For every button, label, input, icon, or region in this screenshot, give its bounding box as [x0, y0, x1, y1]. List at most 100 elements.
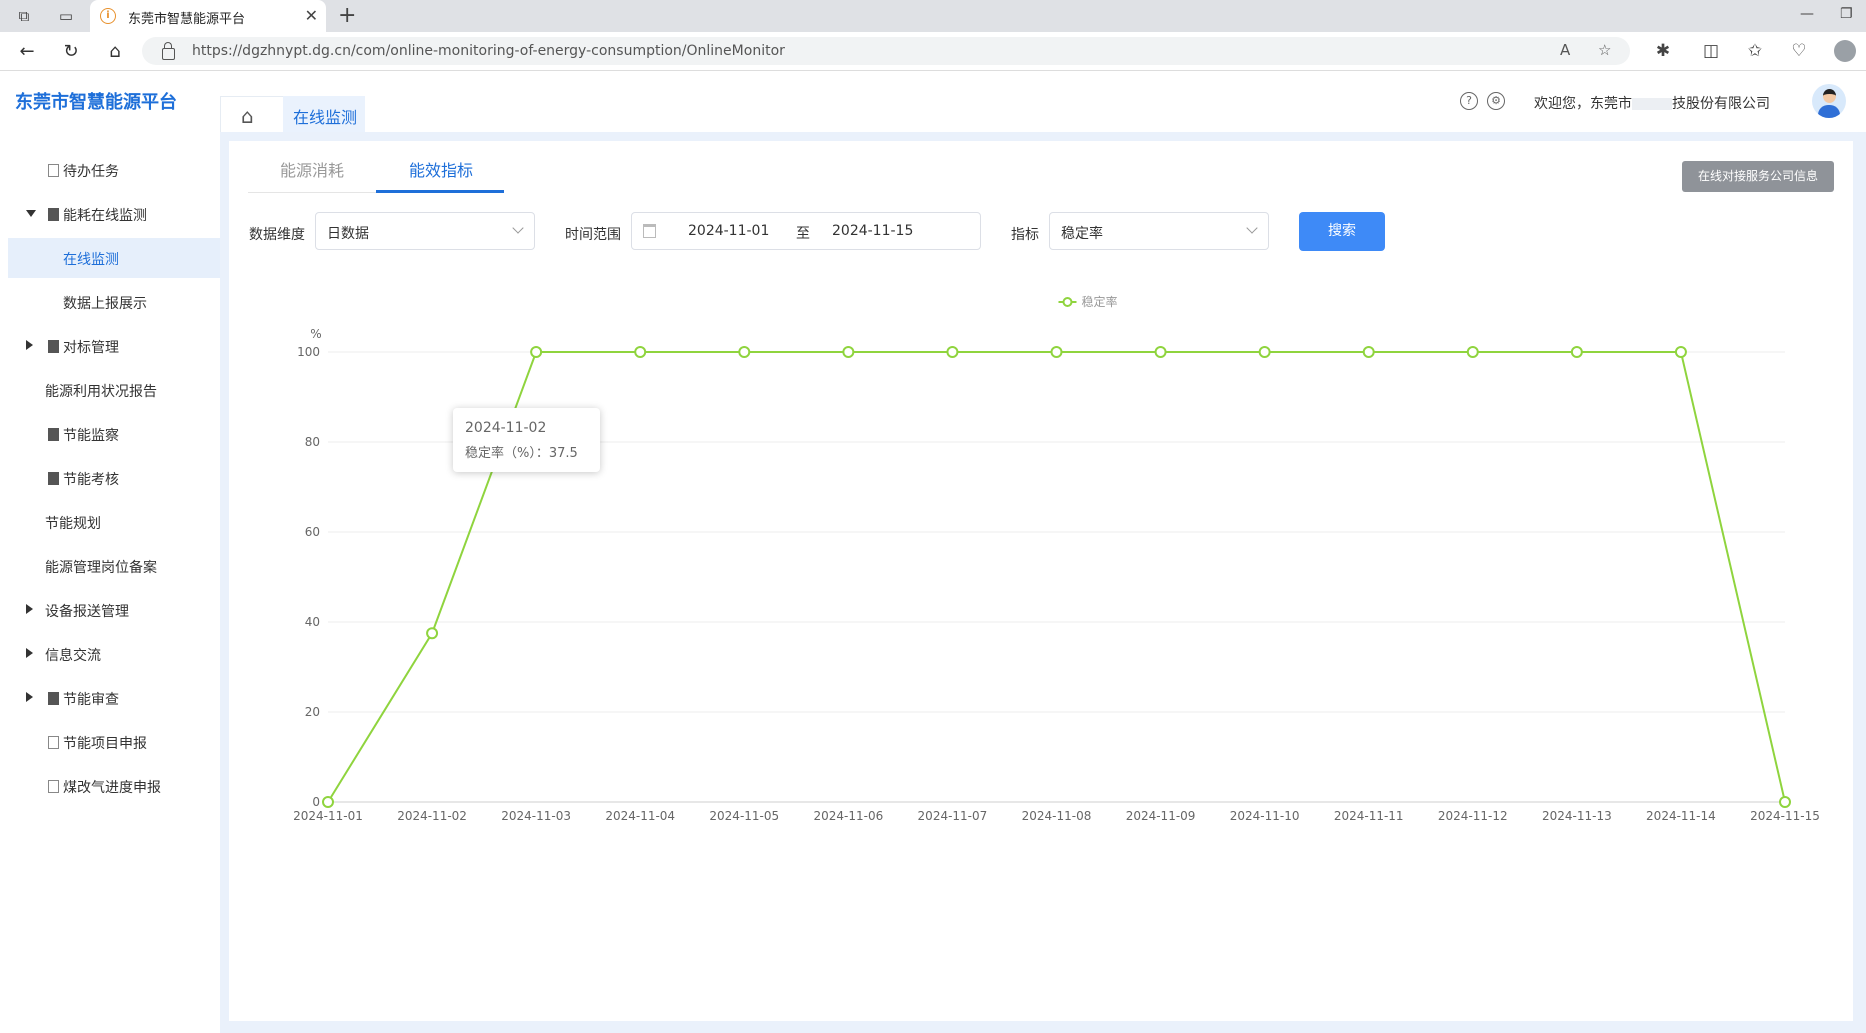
y-tick-label: 0 [312, 795, 320, 809]
tab-energy-consumption[interactable]: 能源消耗 [280, 157, 344, 181]
help-icon[interactable]: ? [1460, 92, 1478, 110]
data-point [1258, 346, 1271, 358]
new-tab-icon[interactable]: + [338, 3, 356, 28]
browser-essentials-icon[interactable]: ♡ [1788, 41, 1810, 61]
x-tick-label: 2024-11-04 [605, 809, 675, 823]
sidebar-item[interactable]: 数据上报展示 [8, 282, 220, 322]
range-start[interactable]: 2024-11-01 [688, 223, 769, 239]
service-company-button[interactable]: 在线对接服务公司信息 [1682, 161, 1834, 192]
data-point [1674, 346, 1687, 358]
indicator-select[interactable]: 稳定率 [1049, 212, 1269, 250]
tab-efficiency-indicator[interactable]: 能效指标 [409, 157, 473, 181]
sidebar-item-label: 节能考核 [63, 472, 119, 488]
document-icon [48, 164, 59, 177]
sidebar-item-label: 能源利用状况报告 [45, 384, 157, 400]
data-point [842, 346, 855, 358]
close-tab-icon[interactable]: ✕ [305, 6, 318, 25]
x-tick-label: 2024-11-14 [1646, 809, 1716, 823]
profile-avatar-icon[interactable] [1834, 40, 1856, 62]
sidebar-item[interactable]: 能耗在线监测 [8, 194, 220, 234]
y-tick-label: 20 [305, 705, 320, 719]
date-range-picker[interactable]: 2024-11-01 至 2024-11-15 [631, 212, 981, 250]
sidebar-item[interactable]: 信息交流 [8, 634, 220, 674]
minimize-icon[interactable]: — [1800, 6, 1814, 22]
user-avatar[interactable] [1812, 84, 1846, 118]
range-separator: 至 [796, 226, 810, 242]
caret-right-icon[interactable] [26, 648, 33, 658]
sidebar-item-label: 节能项目申报 [63, 736, 147, 752]
sidebar-item-label: 节能监察 [63, 428, 119, 444]
favorites-icon[interactable]: ✩ [1744, 41, 1766, 61]
back-icon[interactable]: ← [16, 41, 38, 62]
data-point [1466, 346, 1479, 358]
document-icon [48, 780, 59, 793]
document-icon [48, 340, 59, 353]
tab-online-monitor[interactable]: 在线监测 [283, 96, 365, 132]
document-icon [48, 472, 59, 485]
sidebar-item[interactable]: 节能监察 [8, 414, 220, 454]
home-icon: ⌂ [241, 104, 254, 128]
sidebar-item[interactable]: 节能考核 [8, 458, 220, 498]
favorite-star-icon[interactable]: ☆ [1598, 41, 1611, 59]
sidebar-item[interactable]: 能源利用状况报告 [8, 370, 220, 410]
workspaces-icon[interactable]: ⧉ [14, 6, 34, 26]
restore-icon[interactable]: ❐ [1840, 6, 1853, 22]
sidebar-item-label: 能耗在线监测 [63, 208, 147, 224]
sidebar-item[interactable]: 设备报送管理 [8, 590, 220, 630]
data-point [530, 346, 543, 358]
app-logo[interactable]: 东莞市智慧能源平台 [15, 88, 177, 114]
caret-right-icon[interactable] [26, 340, 33, 350]
home-tab[interactable]: ⌂ [220, 96, 284, 133]
indicator-label: 指标 [1011, 227, 1039, 243]
sidebar-item[interactable]: 在线监测 [8, 238, 220, 278]
y-axis-unit: % [310, 327, 321, 341]
sidebar-item[interactable]: 对标管理 [8, 326, 220, 366]
range-end[interactable]: 2024-11-15 [832, 223, 913, 239]
y-tick-label: 80 [305, 435, 320, 449]
x-tick-label: 2024-11-15 [1750, 809, 1820, 823]
dimension-value: 日数据 [327, 226, 369, 242]
chart-tooltip: 2024-11-02 稳定率（%）：37.5 [453, 408, 600, 472]
sidebar-item-label: 在线监测 [63, 252, 119, 268]
y-tick-label: 100 [297, 345, 320, 359]
x-tick-label: 2024-11-06 [813, 809, 883, 823]
sidebar-item[interactable]: 节能审查 [8, 678, 220, 718]
sidebar-item[interactable]: 节能规划 [8, 502, 220, 542]
browser-tab-title: 东莞市智慧能源平台 [128, 12, 246, 27]
welcome-text: 欢迎您，东莞市 技股份有限公司 [1534, 96, 1770, 112]
caret-down-icon[interactable] [26, 210, 36, 217]
sidebar-item[interactable]: 煤改气进度申报 [8, 766, 220, 806]
x-tick-label: 2024-11-02 [397, 809, 467, 823]
dimension-select[interactable]: 日数据 [315, 212, 535, 250]
refresh-icon[interactable]: ↻ [60, 41, 82, 62]
chevron-down-icon [512, 222, 524, 234]
search-button[interactable]: 搜索 [1299, 212, 1385, 251]
settings-gear-icon[interactable]: ⚙ [1487, 92, 1505, 110]
dimension-label: 数据维度 [249, 227, 305, 243]
sidebar-item-label: 设备报送管理 [45, 604, 129, 620]
data-point [1050, 346, 1063, 358]
data-point [1154, 346, 1167, 358]
tab-actions-icon[interactable]: ▭ [56, 6, 76, 26]
read-aloud-icon[interactable]: A [1560, 41, 1570, 59]
data-point [1570, 346, 1583, 358]
sidebar-item-label: 待办任务 [63, 164, 119, 180]
home-icon[interactable]: ⌂ [104, 41, 126, 62]
browser-tab[interactable]: i 东莞市智慧能源平台 ✕ [90, 0, 326, 32]
sidebar-item[interactable]: 待办任务 [8, 150, 220, 190]
url-field[interactable]: https://dgzhnypt.dg.cn/com/online-monito… [142, 37, 1630, 65]
split-screen-icon[interactable]: ◫ [1700, 41, 1722, 61]
extensions-icon[interactable]: ✱ [1652, 41, 1674, 61]
data-point [738, 346, 751, 358]
caret-right-icon[interactable] [26, 604, 33, 614]
x-tick-label: 2024-11-10 [1230, 809, 1300, 823]
sidebar-item[interactable]: 节能项目申报 [8, 722, 220, 762]
y-tick-label: 40 [305, 615, 320, 629]
caret-right-icon[interactable] [26, 692, 33, 702]
data-point [322, 796, 334, 808]
x-tick-label: 2024-11-01 [293, 809, 363, 823]
sidebar-item[interactable]: 能源管理岗位备案 [8, 546, 220, 586]
data-point [426, 627, 439, 640]
x-tick-label: 2024-11-07 [918, 809, 988, 823]
data-point [1362, 346, 1375, 358]
